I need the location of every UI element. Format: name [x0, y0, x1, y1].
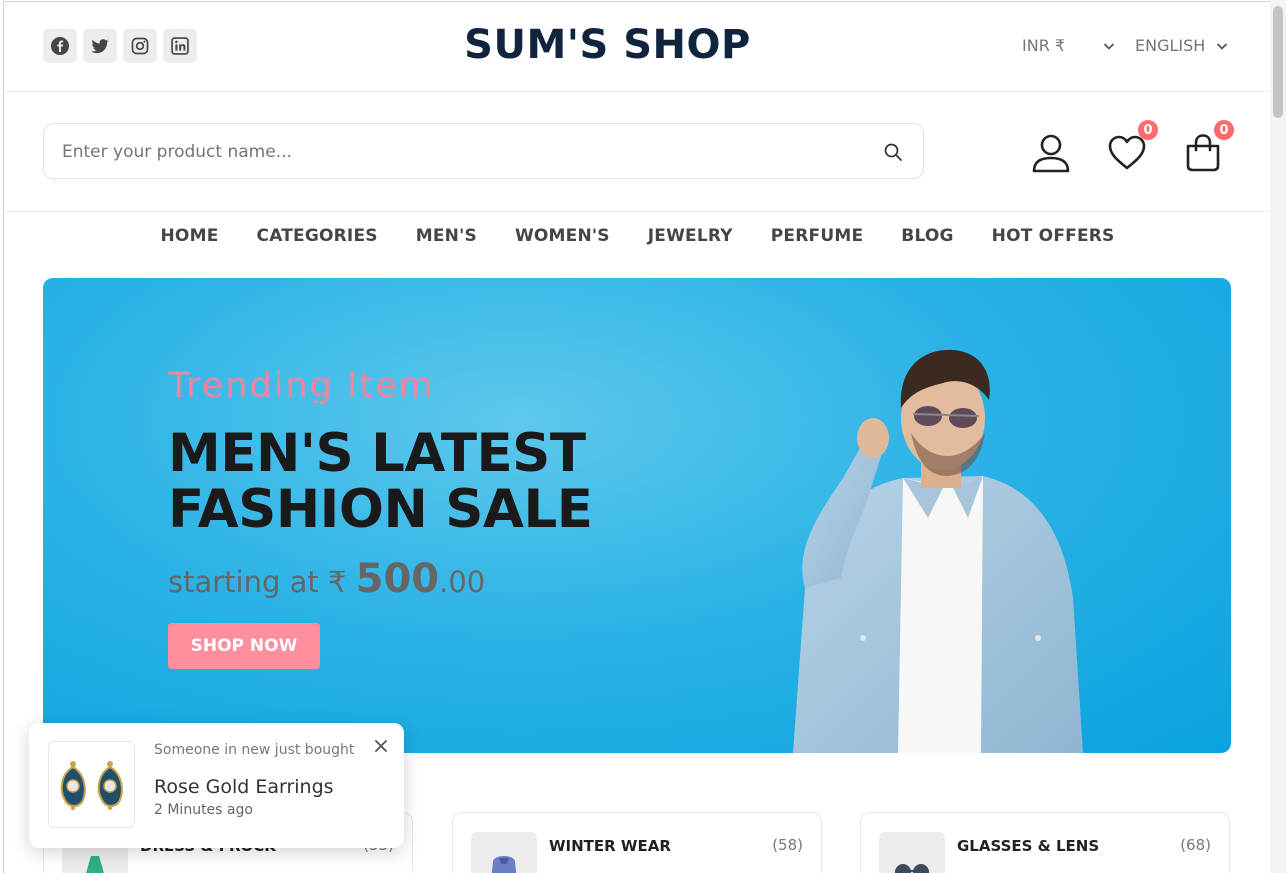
search-box: [43, 123, 924, 179]
toast-message: Someone in new just bought: [154, 742, 355, 758]
category-name: WINTER WEAR: [549, 837, 671, 855]
category-card-winter-wear[interactable]: WINTER WEAR (58): [452, 812, 822, 873]
nav-perfume[interactable]: PERFUME: [771, 226, 864, 246]
nav-blog[interactable]: BLOG: [901, 226, 953, 246]
earrings-image: [60, 761, 123, 810]
search-input[interactable]: [62, 138, 842, 166]
glasses-icon: [895, 864, 929, 873]
nav-hot-offers[interactable]: HOT OFFERS: [992, 226, 1115, 246]
price-main: 500: [355, 556, 440, 602]
category-count: (58): [772, 836, 803, 854]
cart-count-badge: 0: [1214, 120, 1234, 140]
category-thumb: [471, 832, 537, 873]
toast-product-image[interactable]: [48, 741, 135, 828]
toast-close-button[interactable]: [372, 737, 390, 755]
category-name: GLASSES & LENS: [957, 837, 1100, 855]
search-button[interactable]: [881, 140, 905, 164]
wishlist-button[interactable]: 0: [1106, 120, 1158, 174]
user-icon: [1032, 134, 1070, 173]
banner-title-line-2: FASHION SALE: [168, 479, 593, 540]
category-card-glasses-lens[interactable]: GLASSES & LENS (68): [860, 812, 1230, 873]
page-scrollbar[interactable]: [1270, 0, 1286, 873]
header-actions: 0 0: [1030, 120, 1234, 174]
hero-banner: Trending Item MEN'S LATEST FASHION SALE …: [43, 278, 1231, 753]
scrollbar-thumb[interactable]: [1273, 6, 1283, 118]
nav-categories[interactable]: CATEGORIES: [257, 226, 378, 246]
account-button[interactable]: [1030, 132, 1072, 174]
banner-model-image: [793, 349, 1083, 753]
category-thumb: [879, 832, 945, 873]
currency-label: INR ₹: [1022, 36, 1066, 55]
toast-product-name[interactable]: Rose Gold Earrings: [154, 776, 334, 798]
close-icon: [375, 740, 387, 752]
shop-now-button[interactable]: SHOP NOW: [168, 623, 320, 669]
search-row: 0 0: [4, 92, 1270, 212]
nav-jewelry[interactable]: JEWELRY: [648, 226, 733, 246]
currency-select[interactable]: INR ₹: [1022, 36, 1116, 55]
page: SUM'S SHOP INR ₹ ENGLISH Enter your prod…: [3, 1, 1270, 873]
toast-time: 2 Minutes ago: [154, 802, 253, 818]
main-nav: HOME CATEGORIES MEN'S WOMEN'S JEWELRY PE…: [4, 226, 1270, 246]
coat-icon: [491, 856, 517, 873]
category-count: (68): [1180, 836, 1211, 854]
banner-subtitle: Trending Item: [168, 366, 435, 406]
language-select[interactable]: ENGLISH: [1135, 36, 1229, 55]
banner-price: starting at ₹ 500.00: [168, 556, 485, 602]
banner-title: MEN'S LATEST FASHION SALE: [168, 423, 593, 540]
purchase-notification: Someone in new just bought Rose Gold Ear…: [29, 723, 404, 848]
language-label: ENGLISH: [1135, 36, 1206, 55]
price-cents: .00: [439, 565, 486, 599]
chevron-down-icon: [1103, 42, 1115, 50]
chevron-down-icon: [1217, 42, 1228, 50]
nav-home[interactable]: HOME: [161, 226, 219, 246]
cart-button[interactable]: 0: [1182, 120, 1234, 174]
top-bar: SUM'S SHOP INR ₹ ENGLISH: [4, 2, 1270, 92]
price-prefix: starting at ₹: [168, 565, 356, 599]
nav-mens[interactable]: MEN'S: [416, 226, 477, 246]
search-icon: [884, 143, 902, 161]
wishlist-count-badge: 0: [1138, 120, 1158, 140]
banner-title-line-1: MEN'S LATEST: [168, 423, 586, 484]
nav-womens[interactable]: WOMEN'S: [515, 226, 610, 246]
